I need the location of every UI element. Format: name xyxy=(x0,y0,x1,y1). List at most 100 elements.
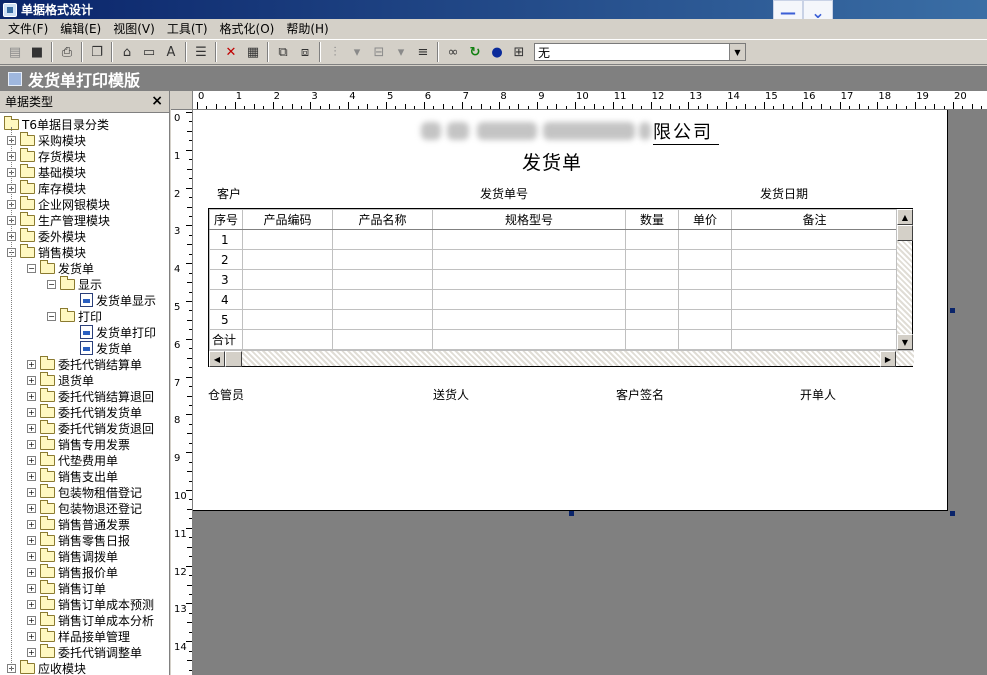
save-icon[interactable]: ■ xyxy=(26,41,48,63)
menu-tools[interactable]: 工具(T) xyxy=(161,20,214,38)
tree-item[interactable]: 发货单打印 xyxy=(67,324,156,340)
tree-item[interactable]: + 退货单 xyxy=(27,371,94,388)
network-icon[interactable]: ⊞ xyxy=(508,41,530,63)
align-icon[interactable]: ⫶ xyxy=(324,41,346,63)
column-header[interactable]: 规格型号 xyxy=(432,209,626,230)
tree-item[interactable]: + 委托代销发货退回 xyxy=(27,419,154,436)
menu-edit[interactable]: 编辑(E) xyxy=(54,20,107,38)
form-title[interactable]: 发货单 xyxy=(522,148,582,175)
table-row[interactable]: 1 xyxy=(209,229,898,250)
delivery-no-label[interactable]: 发货单号 xyxy=(480,185,528,202)
scroll-down-icon[interactable]: ▼ xyxy=(897,334,913,350)
print-page[interactable]: 限公司 发货单 客户 发货单号 发货日期 序号 产品编码 产品名称 规格型号 数… xyxy=(193,110,948,511)
expand-icon[interactable]: + xyxy=(27,599,36,609)
company-name[interactable]: 限公司 xyxy=(421,118,733,145)
tree-item[interactable]: + 生产管理模块 xyxy=(7,211,110,228)
expand-icon[interactable]: + xyxy=(27,583,36,593)
print-preview-icon[interactable]: ⎙ xyxy=(56,41,78,63)
table-row[interactable]: 2 xyxy=(209,249,898,270)
justify-icon[interactable]: ≡ xyxy=(412,41,434,63)
expand-icon[interactable]: + xyxy=(27,647,36,657)
expand-icon[interactable]: + xyxy=(27,503,36,513)
distribute-icon[interactable]: ⊟ xyxy=(368,41,390,63)
expand-icon[interactable]: + xyxy=(27,375,36,385)
expand-icon[interactable]: + xyxy=(27,391,36,401)
tree-item[interactable]: + 销售订单成本分析 xyxy=(27,611,154,628)
horizontal-scrollbar[interactable]: ◀ ▶ xyxy=(209,350,914,367)
open-icon[interactable]: ⌂ xyxy=(116,41,138,63)
expand-icon[interactable]: + xyxy=(27,535,36,545)
grid-icon[interactable]: ▦ xyxy=(242,41,264,63)
tree-item[interactable]: + 存货模块 xyxy=(7,147,86,164)
expand-icon[interactable]: + xyxy=(27,471,36,481)
expand-icon[interactable]: + xyxy=(27,519,36,529)
tree-item[interactable]: + 销售报价单 xyxy=(27,563,118,580)
table-row[interactable]: 3 xyxy=(209,269,898,290)
tree-item[interactable]: + 代垫费用单 xyxy=(27,451,118,468)
expand-icon[interactable]: + xyxy=(27,551,36,561)
expand-icon[interactable]: + xyxy=(27,455,36,465)
font-icon[interactable]: A xyxy=(160,41,182,63)
tree-item[interactable]: + 委托代销结算单 xyxy=(27,355,142,372)
tree-item[interactable]: − 发货单 xyxy=(27,259,94,276)
design-canvas[interactable]: 限公司 发货单 客户 发货单号 发货日期 序号 产品编码 产品名称 规格型号 数… xyxy=(193,110,987,675)
delete-icon[interactable]: ✕ xyxy=(220,41,242,63)
collapse-icon[interactable]: − xyxy=(27,263,36,273)
scroll-thumb[interactable] xyxy=(225,351,242,367)
copy-icon[interactable]: ❐ xyxy=(86,41,108,63)
expand-icon[interactable]: + xyxy=(27,439,36,449)
bring-front-icon[interactable]: ⧉ xyxy=(272,41,294,63)
tree-item[interactable]: + 样品接单管理 xyxy=(27,627,130,644)
menu-help[interactable]: 帮助(H) xyxy=(280,20,334,38)
collapse-icon[interactable]: − xyxy=(47,279,56,289)
expand-icon[interactable]: + xyxy=(27,567,36,577)
tree-item[interactable]: + 销售订单 xyxy=(27,579,106,596)
folder-icon[interactable]: ▭ xyxy=(138,41,160,63)
column-header[interactable]: 序号 xyxy=(209,209,243,230)
close-icon[interactable]: × xyxy=(151,93,163,109)
table-row[interactable]: 4 xyxy=(209,289,898,310)
column-header[interactable]: 备注 xyxy=(731,209,898,230)
tree-item[interactable]: + 销售调拨单 xyxy=(27,547,118,564)
delivery-date-label[interactable]: 发货日期 xyxy=(760,185,808,202)
tree-item[interactable]: T6单据目录分类 xyxy=(4,115,109,132)
column-header[interactable]: 数量 xyxy=(625,209,679,230)
new-icon[interactable]: ▤ xyxy=(4,41,26,63)
deliverer-label[interactable]: 送货人 xyxy=(433,386,469,403)
scroll-thumb[interactable] xyxy=(897,225,913,241)
collapse-icon[interactable]: − xyxy=(47,311,56,321)
customer-label[interactable]: 客户 xyxy=(217,185,241,202)
scroll-left-icon[interactable]: ◀ xyxy=(209,351,225,367)
tree-item[interactable]: + 包装物租借登记 xyxy=(27,483,142,500)
tree-item[interactable]: + 销售支出单 xyxy=(27,467,118,484)
refresh-icon[interactable]: ↻ xyxy=(464,41,486,63)
send-back-icon[interactable]: ⧈ xyxy=(294,41,316,63)
tree-item[interactable]: + 基础模块 xyxy=(7,163,86,180)
tree-item[interactable]: 发货单显示 xyxy=(67,292,156,308)
tree-item[interactable]: + 委外模块 xyxy=(7,227,86,244)
resize-handle[interactable] xyxy=(950,511,955,516)
expand-icon[interactable]: + xyxy=(27,631,36,641)
style-combo[interactable]: 无 ▼ xyxy=(534,43,746,61)
lock-icon[interactable]: ● xyxy=(486,41,508,63)
tree-item[interactable]: + 库存模块 xyxy=(7,179,86,196)
tree-item[interactable]: + 委托代销发货单 xyxy=(27,403,142,420)
detail-grid[interactable]: 序号 产品编码 产品名称 规格型号 数量 单价 备注 1 2 3 4 5 合计 xyxy=(208,208,914,367)
chevron-down-icon[interactable]: ▼ xyxy=(729,44,745,60)
tree-item[interactable]: 发货单 xyxy=(67,340,132,356)
vertical-scrollbar[interactable]: ▲ ▼ xyxy=(896,209,913,350)
tree-item[interactable]: − 显示 xyxy=(47,275,102,292)
menu-format[interactable]: 格式化(O) xyxy=(214,20,281,38)
issuer-label[interactable]: 开单人 xyxy=(800,386,836,403)
menu-file[interactable]: 文件(F) xyxy=(2,20,54,38)
tree-item[interactable]: + 销售订单成本预测 xyxy=(27,595,154,612)
tree-item[interactable]: + 采购模块 xyxy=(7,131,86,148)
tree-item[interactable]: + 企业网银模块 xyxy=(7,195,110,212)
expand-icon[interactable]: + xyxy=(27,423,36,433)
customer-sign-label[interactable]: 客户签名 xyxy=(616,386,664,403)
align-dropdown-icon[interactable]: ▾ xyxy=(346,41,368,63)
distribute-dropdown-icon[interactable]: ▾ xyxy=(390,41,412,63)
tree-item[interactable]: + 包装物退还登记 xyxy=(27,499,142,516)
tree-item[interactable]: + 销售普通发票 xyxy=(27,515,130,532)
menu-view[interactable]: 视图(V) xyxy=(107,20,161,38)
